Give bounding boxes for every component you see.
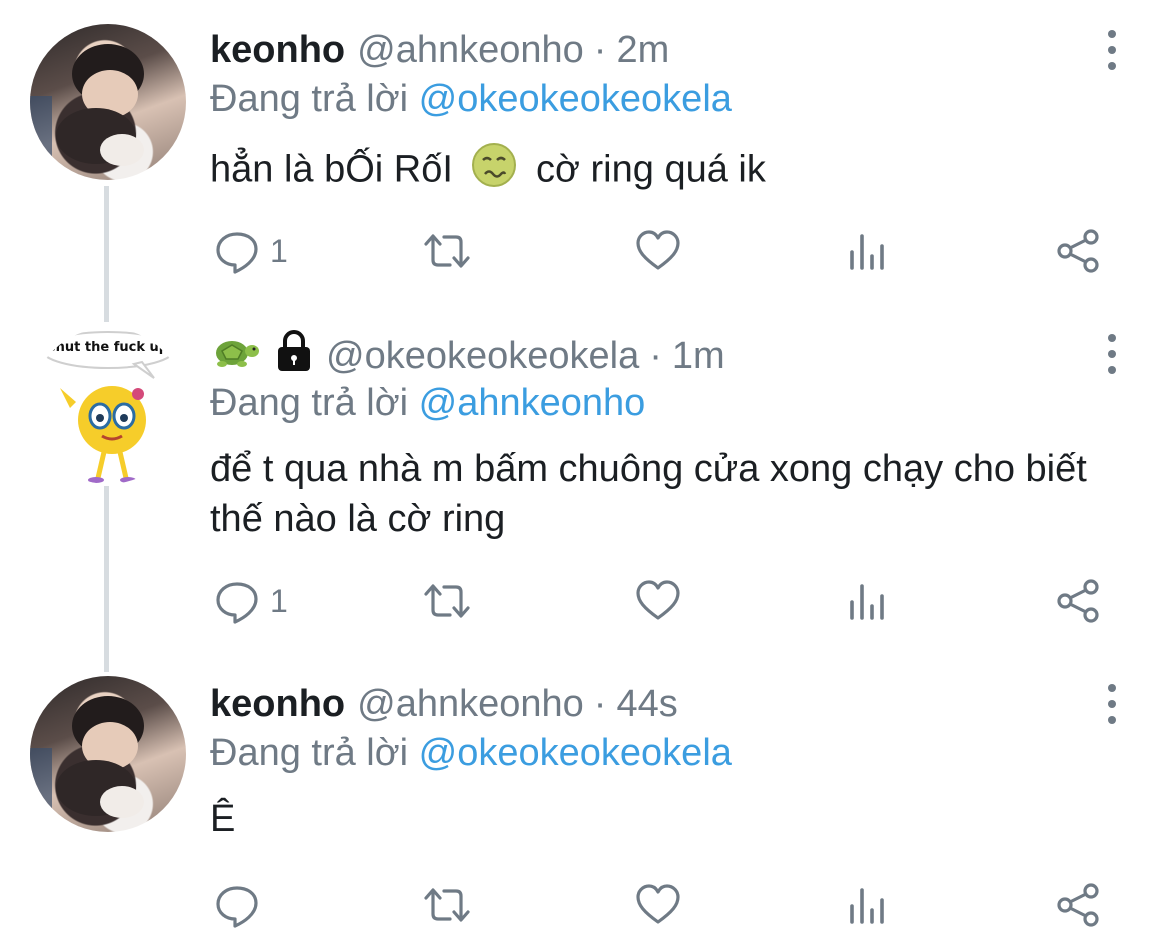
share-icon — [1057, 229, 1099, 273]
avatar[interactable]: shut the fuck up — [30, 328, 186, 484]
timestamp[interactable]: 44s — [616, 683, 677, 726]
views-icon — [850, 888, 884, 924]
views-icon — [850, 234, 884, 270]
replying-to: Đang trả lời @okeokeokeokela — [210, 732, 732, 775]
like-button[interactable] — [634, 226, 682, 276]
like-icon — [636, 884, 680, 924]
tweet[interactable]: keonho @ahnkeonho · 2m Đang trả lời @oke… — [0, 0, 1176, 320]
tweet-text: Ê — [210, 798, 236, 840]
tweet[interactable]: keonho @ahnkeonho · 44s Đang trả lời @ok… — [0, 672, 1176, 952]
reply-count: 1 — [270, 582, 288, 619]
mention-link[interactable]: @okeokeokeokela — [419, 732, 732, 774]
avatar[interactable] — [30, 24, 186, 180]
replying-to: Đang trả lời @okeokeokeokela — [210, 78, 732, 121]
retweet-button[interactable] — [420, 576, 474, 626]
tweet-header: @okeokeokeokela · 1m — [210, 326, 725, 386]
tweet-text-part: cờ ring quá ik — [536, 148, 766, 191]
reply-button[interactable]: 1 — [214, 226, 288, 276]
like-button[interactable] — [634, 576, 682, 626]
user-handle[interactable]: @ahnkeonho — [357, 29, 584, 72]
action-bar: 1 — [0, 576, 1176, 626]
display-name[interactable]: keonho — [210, 29, 345, 72]
views-button[interactable] — [846, 880, 890, 930]
more-options-icon[interactable] — [1098, 334, 1126, 374]
user-handle[interactable]: @ahnkeonho — [357, 683, 584, 726]
share-button[interactable] — [1054, 576, 1102, 626]
avatar[interactable] — [30, 676, 186, 832]
tweet-text: hẳn là bỐi RốI cờ ring quá ik — [210, 142, 1110, 201]
action-bar: 1 — [0, 226, 1176, 276]
retweet-icon — [424, 234, 470, 268]
profile-photo-icon — [30, 696, 144, 818]
tweet[interactable]: shut the fuck up @okeokeokeokela · 1m Đa… — [0, 322, 1176, 672]
tweet-text-part: hẳn là bỐi RốI — [210, 148, 453, 191]
nauseated-face-emoji-icon — [471, 142, 517, 201]
retweet-icon — [424, 584, 470, 618]
profile-photo-icon — [30, 44, 144, 166]
timestamp[interactable]: 1m — [672, 335, 725, 378]
share-icon — [1057, 883, 1099, 927]
more-options-icon[interactable] — [1098, 684, 1126, 724]
separator-dot: · — [649, 334, 662, 377]
retweet-icon — [424, 888, 470, 922]
separator-dot: · — [593, 682, 607, 725]
like-button[interactable] — [634, 880, 682, 930]
reply-icon — [216, 232, 258, 274]
reply-button[interactable] — [214, 880, 270, 930]
action-bar — [0, 880, 1176, 930]
share-button[interactable] — [1054, 226, 1102, 276]
turtle-emoji-icon — [210, 331, 260, 381]
tweet-text: để t qua nhà m bấm chuông cửa xong chạy … — [210, 448, 1087, 540]
timestamp[interactable]: 2m — [616, 29, 669, 72]
reply-button[interactable]: 1 — [214, 576, 288, 626]
reply-icon — [216, 582, 258, 624]
replying-label: Đang trả lời — [210, 382, 409, 424]
mention-link[interactable]: @ahnkeonho — [419, 382, 646, 424]
lock-emoji-icon — [274, 329, 314, 383]
tweet-header: keonho @ahnkeonho · 2m — [210, 20, 669, 80]
display-name[interactable]: keonho — [210, 683, 345, 726]
share-icon — [1057, 579, 1099, 623]
replying-to: Đang trả lời @ahnkeonho — [210, 382, 645, 425]
share-button[interactable] — [1054, 880, 1102, 930]
more-options-icon[interactable] — [1098, 30, 1126, 70]
retweet-button[interactable] — [420, 226, 474, 276]
reply-icon — [216, 886, 258, 928]
mention-link[interactable]: @okeokeokeokela — [419, 78, 732, 120]
views-icon — [850, 584, 884, 620]
like-icon — [636, 580, 680, 620]
avatar-caption: shut the fuck up — [47, 340, 169, 355]
reply-count: 1 — [270, 232, 288, 269]
like-icon — [636, 230, 680, 270]
tweet-header: keonho @ahnkeonho · 44s — [210, 674, 678, 734]
views-button[interactable] — [846, 226, 890, 276]
user-handle[interactable]: @okeokeokeokela — [326, 335, 639, 378]
retweet-button[interactable] — [420, 880, 474, 930]
replying-label: Đang trả lời — [210, 78, 409, 120]
separator-dot: · — [593, 28, 607, 71]
replying-label: Đang trả lời — [210, 732, 409, 774]
views-button[interactable] — [846, 576, 890, 626]
